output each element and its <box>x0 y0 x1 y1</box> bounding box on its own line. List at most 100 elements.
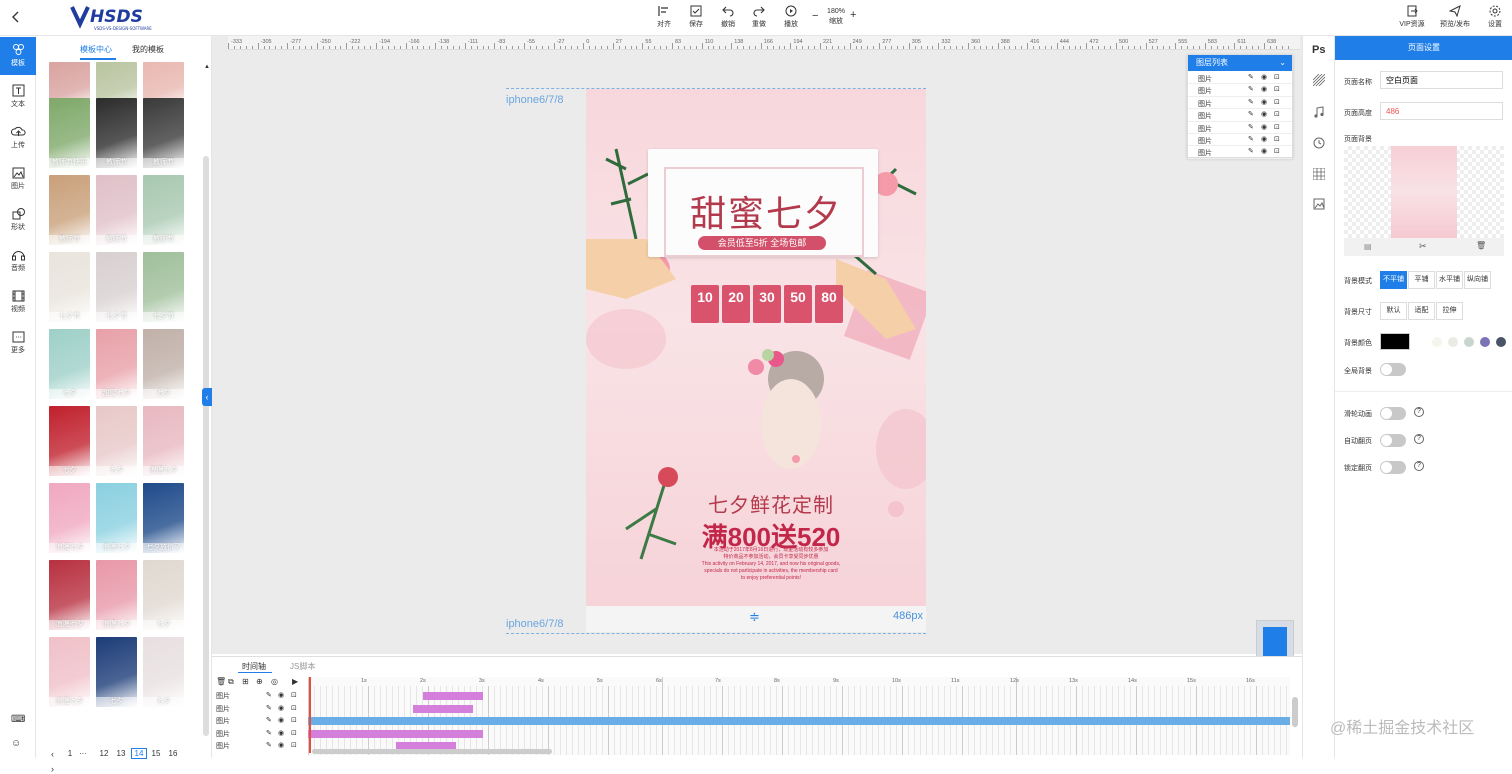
lock-icon[interactable]: ⊡ <box>291 729 297 737</box>
template-thumbnail[interactable]: 浪漫七夕 <box>49 637 90 707</box>
template-thumbnail[interactable]: 七夕 <box>143 637 184 707</box>
bgmode-option[interactable]: 平铺 <box>1408 271 1435 289</box>
nav-item-template[interactable]: 模板 <box>0 37 36 75</box>
poster-page[interactable]: 甜蜜七夕 会员低至5折 全场包邮 10 20 30 50 80 七夕鲜花定制 满800送… <box>586 89 926 606</box>
scroll-up-icon[interactable]: ▲ <box>204 64 210 70</box>
lock-icon[interactable]: ⊡ <box>291 716 297 724</box>
template-thumbnail[interactable]: 浪漫七夕 <box>143 406 184 476</box>
color-swatch[interactable] <box>1496 337 1506 347</box>
zoom-in-button[interactable]: + <box>850 9 856 21</box>
auto-flip-toggle[interactable] <box>1380 434 1406 447</box>
lock-icon[interactable]: ⊡ <box>1274 147 1280 155</box>
animation-track-bar[interactable] <box>423 692 483 700</box>
template-thumbnail[interactable]: 七夕 <box>96 406 137 476</box>
edit-icon[interactable]: ✎ <box>1248 85 1254 93</box>
playhead[interactable] <box>309 677 311 753</box>
help-icon[interactable]: ? <box>1414 434 1424 444</box>
lock-icon[interactable]: ⊡ <box>1274 123 1280 131</box>
page-height-input[interactable] <box>1380 102 1503 120</box>
play-icon[interactable]: ▶ <box>292 677 298 686</box>
vip-button[interactable]: VIP资源 <box>1395 5 1429 29</box>
template-thumbnail[interactable]: 浪漫七夕 <box>49 483 90 553</box>
timeline-vscrollbar[interactable] <box>1292 697 1298 727</box>
page-number[interactable]: 12 <box>97 749 111 758</box>
template-scrollbar[interactable] <box>203 156 209 736</box>
tab-my-templates[interactable]: 我的模板 <box>132 44 164 55</box>
edit-icon[interactable]: ✎ <box>1248 110 1254 118</box>
template-thumbnail[interactable]: 教师节快乐 <box>49 98 90 168</box>
nav-item-more[interactable]: 更多 <box>0 324 36 362</box>
eye-icon[interactable]: ◉ <box>278 729 284 737</box>
timeline-layer-row[interactable]: 图片 ✎ ◉ ⊡ <box>216 729 297 739</box>
play-button[interactable]: 播放 <box>776 5 806 29</box>
delete-icon[interactable]: 🗑 <box>216 677 226 686</box>
edit-icon[interactable]: ✎ <box>266 741 272 749</box>
settings-button[interactable]: 设置 <box>1481 5 1509 29</box>
tab-js-script[interactable]: JS脚本 <box>290 661 315 672</box>
template-thumbnail[interactable]: 七夕 <box>49 329 90 399</box>
animation-track-bar[interactable] <box>308 717 1290 725</box>
chevron-down-icon[interactable]: ⌄ <box>1279 55 1286 71</box>
resize-handle-icon[interactable]: ≑ <box>749 609 760 625</box>
undo-button[interactable]: 撤销 <box>713 5 743 29</box>
image-select-icon[interactable]: ▤ <box>1364 242 1372 251</box>
template-thumbnail[interactable]: 教师节 <box>96 175 137 245</box>
template-thumbnail[interactable]: 七夕 <box>96 637 137 707</box>
image-replace-icon[interactable] <box>1313 198 1325 212</box>
edit-icon[interactable]: ✎ <box>266 691 272 699</box>
eye-icon[interactable]: ◉ <box>1261 98 1267 106</box>
user-icon[interactable]: ☺ <box>11 738 21 749</box>
layer-row[interactable]: 图片 ✎ ◉ ⊡ <box>1188 134 1292 147</box>
redo-button[interactable]: 重做 <box>744 5 774 29</box>
eye-icon[interactable]: ◉ <box>1261 73 1267 81</box>
lock-flip-toggle[interactable] <box>1380 461 1406 474</box>
copy-icon[interactable]: ⧉ <box>228 677 234 687</box>
edit-icon[interactable]: ✎ <box>1248 98 1254 106</box>
tab-timeline[interactable]: 时间轴 <box>242 661 266 672</box>
layer-row[interactable]: 图片 ✎ ◉ ⊡ <box>1188 97 1292 110</box>
animation-track-bar[interactable] <box>308 729 483 738</box>
template-thumbnail[interactable]: 教师节 <box>143 175 184 245</box>
keyboard-icon[interactable]: ⌨ <box>11 714 25 725</box>
add-icon[interactable]: ⊕ <box>256 677 263 686</box>
template-thumbnail[interactable]: 七夕 <box>143 560 184 630</box>
eye-icon[interactable]: ◉ <box>278 716 284 724</box>
template-thumbnail[interactable]: 七夕放价了 <box>143 483 184 553</box>
history-icon[interactable] <box>1313 137 1325 151</box>
background-preview[interactable] <box>1344 146 1504 238</box>
timeline-hscrollbar[interactable] <box>312 749 552 754</box>
zoom-out-button[interactable]: − <box>812 10 818 22</box>
lock-icon[interactable]: ⊡ <box>291 691 297 699</box>
bgsize-option[interactable]: 默认 <box>1380 302 1407 320</box>
page-number[interactable]: 16 <box>166 749 180 758</box>
template-thumbnail[interactable]: 七夕节 <box>143 252 184 322</box>
nav-item-text[interactable]: 文本 <box>0 78 36 116</box>
eye-icon[interactable]: ◉ <box>1261 147 1267 155</box>
lock-icon[interactable]: ⊡ <box>1274 98 1280 106</box>
global-bg-toggle[interactable] <box>1380 363 1406 376</box>
template-thumbnail[interactable]: 七夕节 <box>96 252 137 322</box>
template-thumbnail[interactable]: 甜蜜七夕 <box>96 329 137 399</box>
lock-icon[interactable]: ⊡ <box>1274 110 1280 118</box>
eye-icon[interactable]: ◉ <box>1261 85 1267 93</box>
layer-row[interactable]: 图片 ✎ ◉ ⊡ <box>1188 122 1292 134</box>
template-thumbnail[interactable]: 七夕 <box>49 406 90 476</box>
template-thumbnail[interactable]: 浪漫七夕 <box>96 483 137 553</box>
help-icon[interactable]: ? <box>1414 461 1424 471</box>
bgsize-option[interactable]: 拉伸 <box>1436 302 1463 320</box>
color-swatch[interactable] <box>1480 337 1490 347</box>
timeline-layer-row[interactable]: 图片 ✎ ◉ ⊡ <box>216 691 297 701</box>
animation-track-bar[interactable] <box>413 704 473 713</box>
template-thumbnail[interactable]: 浪漫七夕 <box>96 560 137 630</box>
bgmode-option[interactable]: 纵向铺 <box>1464 271 1491 289</box>
layer-row[interactable]: 图片 ✎ ◉ ⊡ <box>1188 72 1292 85</box>
split-icon[interactable]: ⊞ <box>242 677 249 686</box>
smooth-anim-toggle[interactable] <box>1380 407 1406 420</box>
edit-icon[interactable]: ✎ <box>266 716 272 724</box>
lock-icon[interactable]: ⊡ <box>1274 85 1280 93</box>
bgsize-option[interactable]: 适配 <box>1408 302 1435 320</box>
eye-icon[interactable]: ◉ <box>1261 135 1267 143</box>
page-name-input[interactable] <box>1380 71 1503 89</box>
collapse-panel-handle[interactable]: ‹ <box>202 388 212 406</box>
align-button[interactable]: 对齐 <box>649 5 679 29</box>
